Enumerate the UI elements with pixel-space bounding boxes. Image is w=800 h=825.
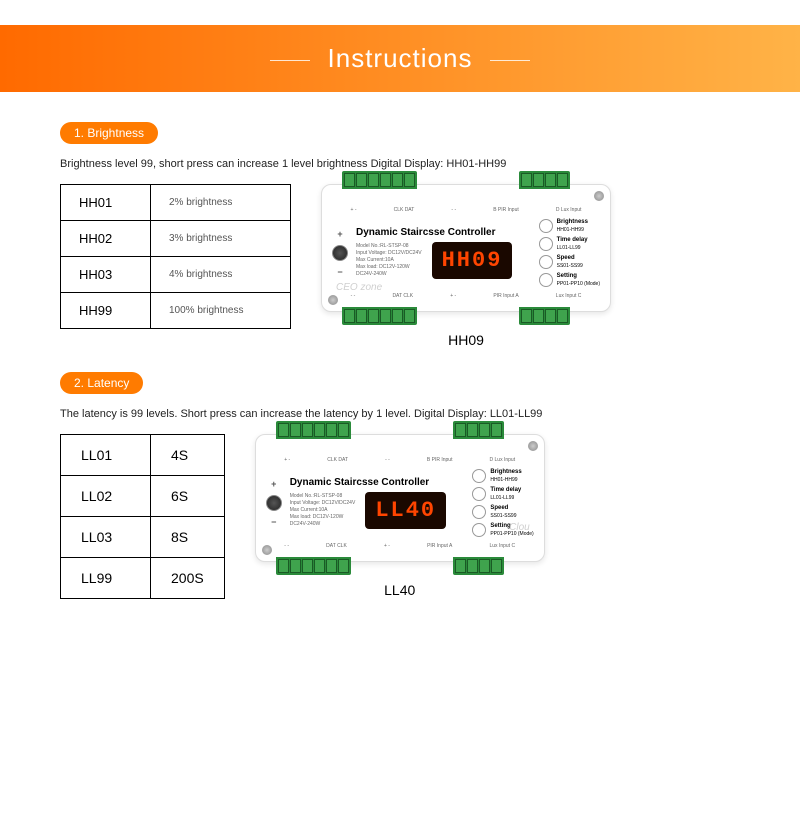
device-caption: HH09: [448, 332, 484, 348]
table-row: HH023% brightness: [61, 221, 291, 257]
device-title: Dynamic Staircsse Controller: [290, 477, 465, 488]
timedelay-button[interactable]: [539, 237, 553, 251]
knob-icon: [266, 495, 282, 511]
digital-display: LL40: [365, 492, 446, 529]
table-row: HH034% brightness: [61, 257, 291, 293]
minus-icon: −: [271, 517, 276, 527]
device-title: Dynamic Staircsse Controller: [356, 227, 531, 238]
bottom-port-labels: - -DAT CLK+ -PIR Input ALux Input C: [332, 293, 600, 299]
speed-button[interactable]: [472, 505, 486, 519]
instructions-header: Instructions: [0, 25, 800, 92]
table-row: LL99200S: [61, 558, 225, 599]
section-latency: 2. Latency The latency is 99 levels. Sho…: [60, 372, 740, 599]
watermark: CEO zone: [336, 282, 382, 293]
bottom-port-labels: - -DAT CLK+ -PIR Input ALux Input C: [266, 543, 534, 549]
plus-icon: +: [271, 479, 276, 489]
minus-icon: −: [337, 267, 342, 277]
table-row: LL014S: [61, 435, 225, 476]
knob-icon: [332, 245, 348, 261]
digital-display: HH09: [432, 242, 513, 279]
device-brightness: + -CLK DAT- -B PIR InputD Lux Input + − …: [321, 184, 611, 312]
table-row: LL026S: [61, 476, 225, 517]
watermark: Clou: [509, 522, 530, 533]
table-row: HH012% brightness: [61, 185, 291, 221]
device-specs: Model No.:RL-STSP-08Input Voltage: DC12V…: [356, 243, 422, 278]
timedelay-button[interactable]: [472, 487, 486, 501]
setting-button[interactable]: [472, 523, 486, 537]
brightness-button[interactable]: [539, 219, 553, 233]
pill-latency: 2. Latency: [60, 372, 143, 394]
plus-icon: +: [337, 229, 342, 239]
header-title: Instructions: [328, 43, 473, 73]
device-specs: Model No.:RL-STSP-08Input Voltage: DC12V…: [290, 493, 356, 528]
speed-button[interactable]: [539, 255, 553, 269]
section-brightness: 1. Brightness Brightness level 99, short…: [60, 122, 740, 348]
setting-button[interactable]: [539, 273, 553, 287]
brightness-button[interactable]: [472, 469, 486, 483]
device-latency: + -CLK DAT- -B PIR InputD Lux Input + − …: [255, 434, 545, 562]
top-port-labels: + -CLK DAT- -B PIR InputD Lux Input: [266, 457, 534, 463]
desc-latency: The latency is 99 levels. Short press ca…: [60, 408, 740, 420]
top-port-labels: + -CLK DAT- -B PIR InputD Lux Input: [332, 207, 600, 213]
table-brightness: HH012% brightness HH023% brightness HH03…: [60, 184, 291, 329]
device-caption: LL40: [384, 582, 415, 598]
table-row: HH99100% brightness: [61, 293, 291, 329]
table-row: LL038S: [61, 517, 225, 558]
desc-brightness: Brightness level 99, short press can inc…: [60, 158, 740, 170]
pill-brightness: 1. Brightness: [60, 122, 158, 144]
table-latency: LL014S LL026S LL038S LL99200S: [60, 434, 225, 599]
